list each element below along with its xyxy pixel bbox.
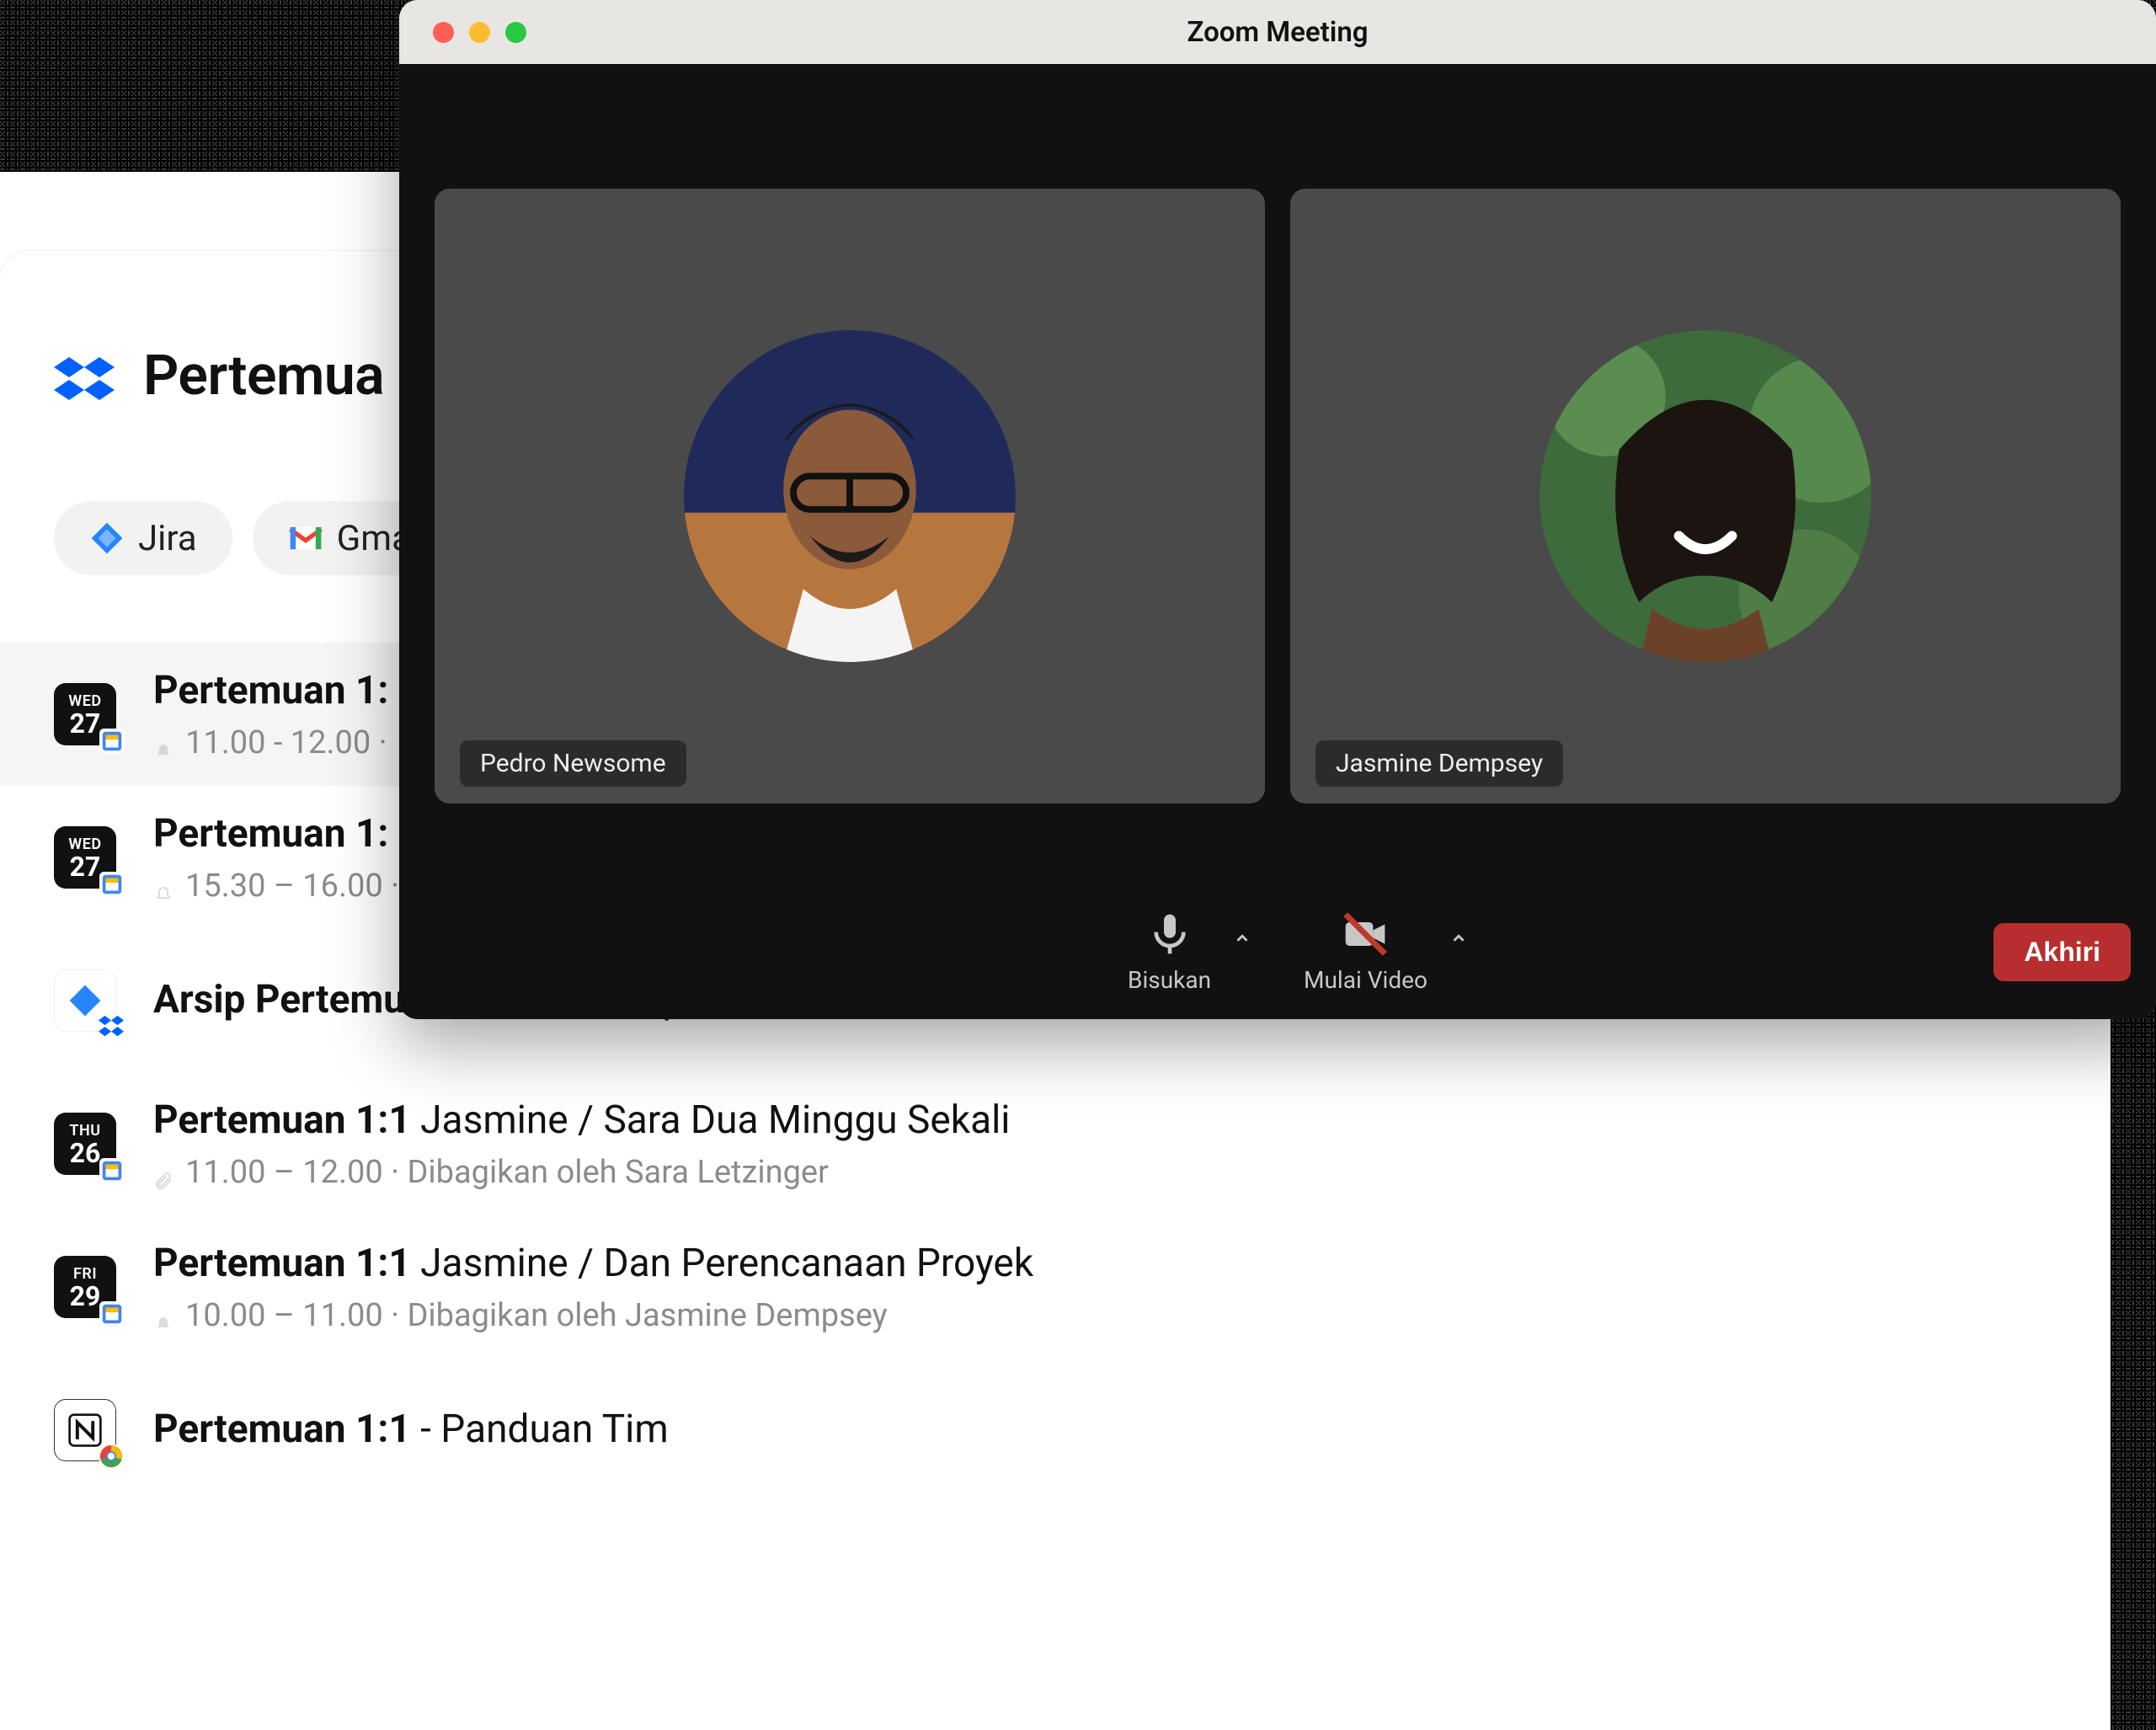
time-text: 11.00 – 12.00 · Dibagikan oleh Sara Letz… — [185, 1154, 829, 1191]
list-item[interactable]: Pertemuan 1:1 - Panduan Tim — [0, 1359, 2111, 1502]
title-bold: Pertemuan 1: — [153, 668, 388, 713]
title-bold: Pertemuan 1: — [153, 811, 388, 857]
bell-icon — [153, 733, 173, 753]
jira-icon — [89, 521, 125, 556]
chrome-overlay-icon — [99, 1444, 124, 1469]
zoom-window: Zoom Meeting — [399, 0, 2156, 1019]
participant-tile[interactable]: Pedro Newsome — [435, 189, 1265, 804]
badge-day: 27 — [70, 853, 101, 880]
chip-label: Jira — [138, 518, 197, 559]
file-badge — [54, 1399, 116, 1461]
gcal-overlay-icon — [99, 872, 125, 897]
list-item-sub: 11.00 - 12.00 · — [153, 724, 388, 761]
list-item-body: Pertemuan 1:1 Jasmine / Sara Dua Minggu … — [153, 1097, 1010, 1191]
traffic-lights — [433, 0, 526, 64]
list-item-title: Pertemuan 1:1 - Panduan Tim — [153, 1406, 669, 1455]
end-meeting-button[interactable]: Akhiri — [1993, 923, 2131, 981]
ctrl-label: Bisukan — [1128, 966, 1211, 994]
mute-button[interactable]: Bisukan — [1128, 910, 1211, 994]
avatar — [1540, 330, 1871, 662]
video-grid: Pedro Newsome — [399, 64, 2156, 884]
list-item-body: Pertemuan 1: 15.30 – 16.00 · — [153, 810, 399, 905]
chevron-up-icon[interactable] — [1233, 926, 1251, 953]
calendar-badge: WED 27 — [54, 683, 116, 745]
dropbox-overlay-icon — [99, 1014, 124, 1039]
paperclip-icon — [153, 1162, 173, 1183]
zoom-titlebar[interactable]: Zoom Meeting — [399, 0, 2156, 64]
zoom-body: Pedro Newsome — [399, 64, 2156, 1019]
list-item-body: Pertemuan 1:1 Jasmine / Dan Perencanaan … — [153, 1240, 1033, 1334]
microphone-icon — [1146, 910, 1193, 958]
list-item[interactable]: FRI 29 Pertemuan 1:1 Jasmine / Dan Peren… — [0, 1215, 2111, 1359]
gcal-overlay-icon — [99, 1158, 125, 1183]
dropbox-logo-icon — [54, 355, 115, 415]
notion-icon — [67, 1412, 103, 1448]
participant-name-tag: Jasmine Dempsey — [1315, 740, 1563, 787]
participant-name-tag: Pedro Newsome — [460, 740, 686, 787]
badge-day: 29 — [70, 1283, 101, 1310]
list-item-title: Pertemuan 1:1 Jasmine / Sara Dua Minggu … — [153, 1097, 1010, 1145]
gmail-icon — [288, 521, 323, 556]
list-item[interactable]: THU 26 Pertemuan 1:1 Jasmine / Sara Dua … — [0, 1072, 2111, 1215]
jira-icon — [67, 983, 103, 1018]
avatar — [684, 330, 1016, 662]
ctrl-label: Mulai Video — [1304, 966, 1428, 994]
zoom-control-bar: Bisukan Mulai Video Akhiri — [399, 884, 2156, 1019]
gcal-overlay-icon — [99, 1301, 125, 1327]
chip-jira[interactable]: Jira — [54, 501, 232, 575]
video-off-icon — [1342, 910, 1390, 958]
title-plain: - Panduan Tim — [411, 1407, 669, 1452]
title-bold: Pertemuan 1:1 — [153, 1097, 411, 1143]
control-center-group: Bisukan Mulai Video — [1128, 910, 1428, 994]
time-text: 15.30 – 16.00 · — [185, 868, 399, 905]
title-plain: Jasmine / Sara Dua Minggu Sekali — [411, 1097, 1011, 1143]
list-item-body: Pertemuan 1: 11.00 - 12.00 · — [153, 667, 388, 761]
bell-icon — [153, 1306, 173, 1326]
start-video-button[interactable]: Mulai Video — [1304, 910, 1428, 994]
bell-outline-icon — [153, 876, 173, 896]
list-item-title: Pertemuan 1:1 Jasmine / Dan Perencanaan … — [153, 1240, 1033, 1289]
time-text: 11.00 - 12.00 · — [185, 724, 387, 761]
title-plain: Jasmine / Dan Perencanaan Proyek — [411, 1241, 1033, 1286]
list-item-sub: 10.00 – 11.00 · Dibagikan oleh Jasmine D… — [153, 1297, 1033, 1334]
calendar-badge: FRI 29 — [54, 1256, 116, 1318]
desktop-noise — [2105, 926, 2156, 1730]
minimize-window-button[interactable] — [469, 22, 490, 43]
maximize-window-button[interactable] — [505, 22, 526, 43]
title-bold: Pertemuan 1:1 — [153, 1407, 411, 1452]
badge-day: 27 — [70, 710, 101, 737]
list-item-title: Pertemuan 1: — [153, 810, 399, 859]
list-item-sub: 15.30 – 16.00 · — [153, 868, 399, 905]
page-title: Pertemua — [143, 344, 384, 408]
window-title: Zoom Meeting — [1187, 16, 1368, 49]
list-item-body: Pertemuan 1:1 - Panduan Tim — [153, 1406, 669, 1455]
calendar-badge: THU 26 — [54, 1113, 116, 1175]
list-item-title: Pertemuan 1: — [153, 667, 388, 716]
title-bold: Pertemuan 1:1 — [153, 1241, 411, 1286]
file-badge — [54, 969, 116, 1032]
list-item-sub: 11.00 – 12.00 · Dibagikan oleh Sara Letz… — [153, 1154, 1010, 1191]
badge-day: 26 — [70, 1140, 101, 1167]
gcal-overlay-icon — [99, 729, 125, 754]
time-text: 10.00 – 11.00 · Dibagikan oleh Jasmine D… — [185, 1297, 888, 1334]
calendar-badge: WED 27 — [54, 826, 116, 889]
participant-tile[interactable]: Jasmine Dempsey — [1290, 189, 2121, 804]
chevron-up-icon[interactable] — [1449, 926, 1468, 953]
close-window-button[interactable] — [433, 22, 454, 43]
